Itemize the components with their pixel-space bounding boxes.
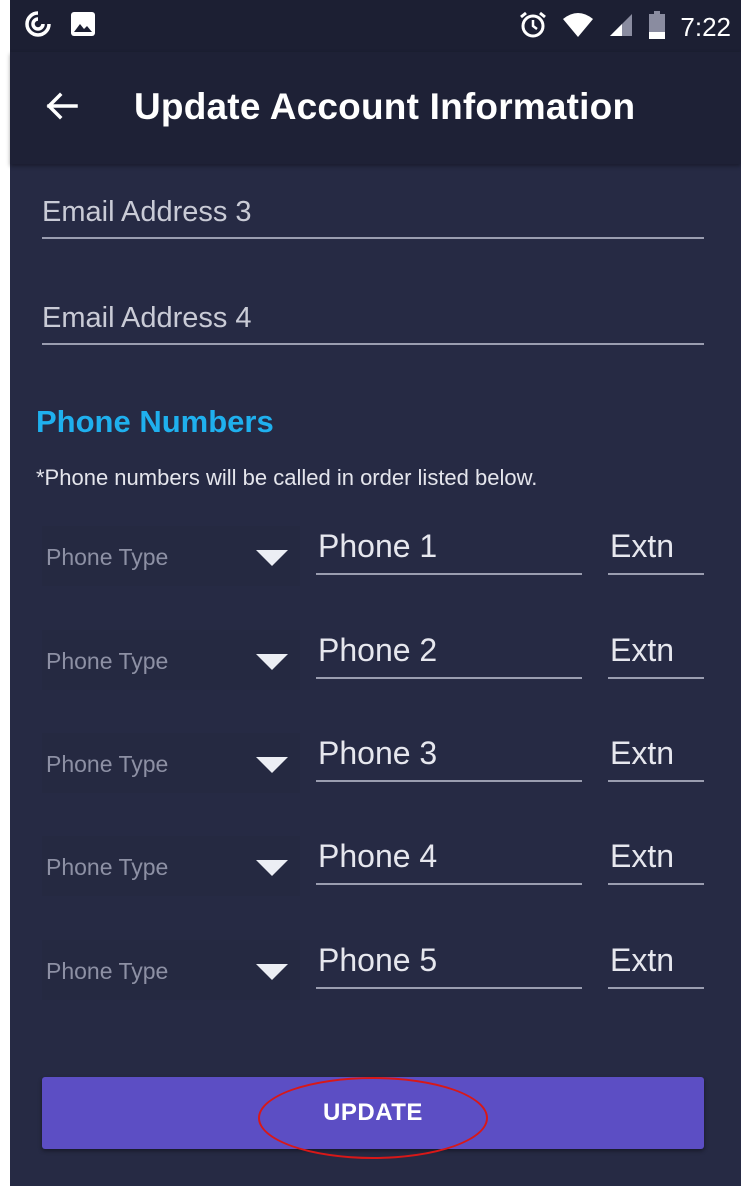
image-icon (70, 11, 96, 42)
arrow-left-icon (46, 92, 78, 125)
extension-1-field[interactable]: Extn (608, 528, 704, 575)
extension-5-field[interactable]: Extn (608, 942, 704, 989)
phone-row-4: Phone Type Phone 4 Extn (10, 836, 741, 916)
phone-type-label: Phone Type (46, 648, 169, 674)
phone-type-dropdown-3[interactable]: Phone Type (42, 733, 300, 793)
back-button[interactable] (40, 86, 84, 130)
phone-5-field[interactable]: Phone 5 (316, 942, 582, 989)
email-address-4-field[interactable]: Email Address 4 (42, 302, 704, 345)
sync-icon (24, 10, 52, 43)
signal-icon (608, 12, 634, 43)
dropdown-arrow-icon (256, 654, 288, 670)
phone-3-field[interactable]: Phone 3 (316, 735, 582, 782)
phone-type-label: Phone Type (46, 544, 169, 570)
wifi-icon (562, 11, 594, 44)
phone-type-dropdown-1[interactable]: Phone Type (42, 526, 300, 586)
email-address-3-field[interactable]: Email Address 3 (42, 196, 704, 239)
phone-row-2: Phone Type Phone 2 Extn (10, 630, 741, 710)
extension-4-field[interactable]: Extn (608, 838, 704, 885)
app-screen: 7:22 Update Account Information Email Ad… (10, 0, 741, 1186)
phone-numbers-heading: Phone Numbers (36, 404, 274, 439)
extension-3-field[interactable]: Extn (608, 735, 704, 782)
battery-icon (648, 10, 666, 45)
page-title: Update Account Information (134, 86, 636, 127)
status-bar: 7:22 (10, 0, 741, 52)
dropdown-arrow-icon (256, 860, 288, 876)
phone-type-dropdown-2[interactable]: Phone Type (42, 630, 300, 690)
phone-row-1: Phone Type Phone 1 Extn (10, 526, 741, 606)
dropdown-arrow-icon (256, 964, 288, 980)
status-time: 7:22 (680, 12, 731, 42)
phone-1-field[interactable]: Phone 1 (316, 528, 582, 575)
phone-type-dropdown-5[interactable]: Phone Type (42, 940, 300, 1000)
phone-type-label: Phone Type (46, 854, 169, 880)
dropdown-arrow-icon (256, 757, 288, 773)
alarm-icon (518, 10, 548, 45)
phone-type-dropdown-4[interactable]: Phone Type (42, 836, 300, 896)
update-button-label: UPDATE (323, 1099, 423, 1126)
phone-2-field[interactable]: Phone 2 (316, 632, 582, 679)
app-bar: Update Account Information (10, 52, 741, 164)
phone-type-label: Phone Type (46, 751, 169, 777)
dropdown-arrow-icon (256, 550, 288, 566)
extension-2-field[interactable]: Extn (608, 632, 704, 679)
phone-row-5: Phone Type Phone 5 Extn (10, 940, 741, 1020)
phone-order-note: *Phone numbers will be called in order l… (36, 465, 538, 490)
phone-type-label: Phone Type (46, 958, 169, 984)
phone-4-field[interactable]: Phone 4 (316, 838, 582, 885)
phone-row-3: Phone Type Phone 3 Extn (10, 733, 741, 813)
update-button[interactable]: UPDATE (42, 1077, 704, 1149)
